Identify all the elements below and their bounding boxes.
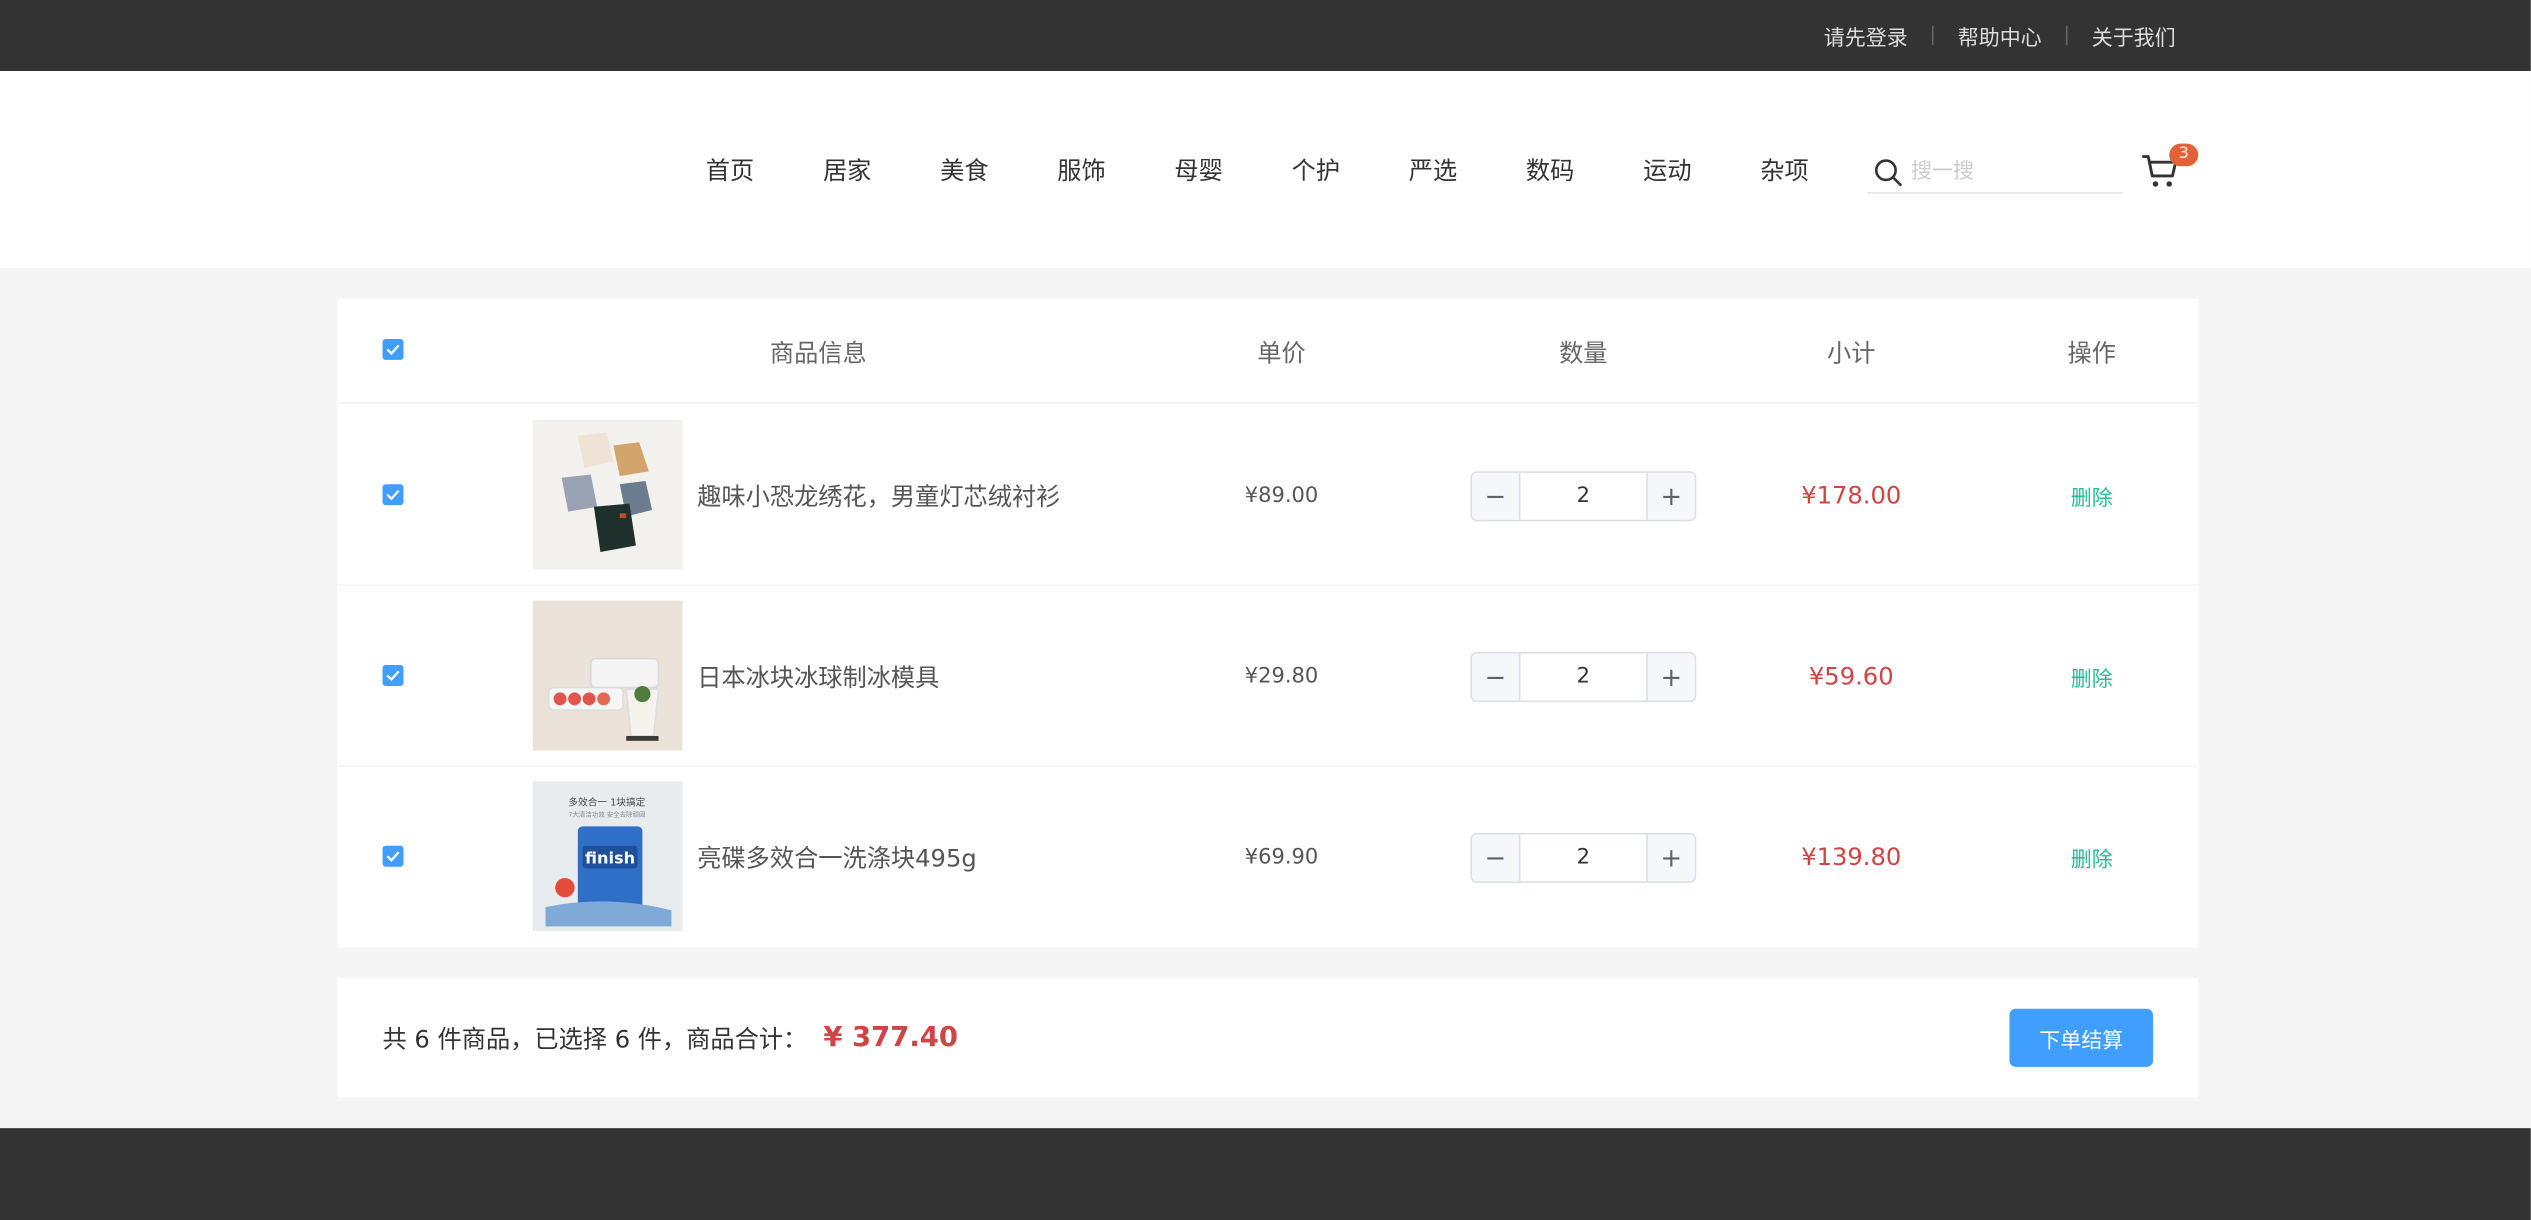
summary-text: 共 6 件商品，已选择 6 件，商品合计： <box>382 1024 808 1054</box>
nav-item-home-living[interactable]: 居家 <box>789 153 906 187</box>
summary-line: 共 6 件商品，已选择 6 件，商品合计： ¥ 377.40 <box>383 978 958 1097</box>
help-center-link[interactable]: 帮助中心 <box>1958 20 2042 51</box>
col-header-qty: 数量 <box>1559 338 1608 368</box>
top-links: 请先登录 帮助中心 关于我们 <box>1824 0 2176 71</box>
table-row: 趣味小恐龙绣花，男童灯芯绒衬衫 ¥89.00 − 2 + ¥178.00 删除 <box>337 405 2199 586</box>
thumb-brand: finish <box>585 848 635 867</box>
unit-price: ¥29.80 <box>1244 664 1319 689</box>
check-icon <box>386 344 400 356</box>
decrease-button[interactable]: − <box>1471 472 1521 520</box>
row-subtotal: ¥59.60 <box>1808 661 1894 691</box>
login-link[interactable]: 请先登录 <box>1824 20 1908 51</box>
nav-item-food[interactable]: 美食 <box>906 153 1023 187</box>
thumb-caption: 多效合一 1块搞定 <box>568 795 645 808</box>
nav-item-personal-care[interactable]: 个护 <box>1257 153 1374 187</box>
product-name[interactable]: 日本冰块冰球制冰模具 <box>697 586 939 767</box>
thumb-caption-small: 7大清洁功效 安全去除顽固 <box>568 810 645 819</box>
item-checkbox[interactable] <box>382 845 404 867</box>
main-nav: 首页 居家 美食 服饰 母婴 个护 严选 数码 运动 杂项 <box>671 71 1843 268</box>
cart-table: 商品信息 单价 数量 小计 操作 趣味小恐龙绣花，男童灯芯绒衬衫 ¥89.00 … <box>337 298 2199 948</box>
summary-total: ¥ 377.40 <box>823 1021 958 1054</box>
product-name[interactable]: 亮碟多效合一洗涤块495g <box>697 767 976 948</box>
row-subtotal: ¥139.80 <box>1801 842 1902 872</box>
table-row: 多效合一 1块搞定 7大清洁功效 安全去除顽固 finish 亮碟多效合一洗涤块… <box>337 767 2198 948</box>
row-subtotal: ¥178.00 <box>1801 480 1902 511</box>
cart-count-badge: 3 <box>2169 143 2199 167</box>
col-header-subtotal: 小计 <box>1827 338 1876 368</box>
nav-item-selection[interactable]: 严选 <box>1374 153 1491 187</box>
col-header-info: 商品信息 <box>769 338 867 368</box>
increase-button[interactable]: + <box>1646 834 1695 882</box>
search-input[interactable] <box>1910 159 2105 184</box>
divider <box>2065 25 2068 46</box>
quantity-input[interactable]: 2 <box>1520 834 1646 881</box>
decrease-button[interactable]: − <box>1471 834 1521 882</box>
unit-price: ¥89.00 <box>1244 483 1319 508</box>
divider <box>1931 25 1934 46</box>
item-checkbox[interactable] <box>382 664 404 686</box>
check-icon <box>386 489 400 501</box>
delete-link[interactable]: 删除 <box>2011 767 2172 948</box>
col-header-action: 操作 <box>2067 338 2116 368</box>
decrease-button[interactable]: − <box>1471 653 1521 701</box>
page: 请先登录 帮助中心 关于我们 首页 居家 美食 服饰 母婴 个护 严选 数码 运… <box>0 0 2531 1220</box>
quantity-stepper: − 2 + <box>1470 652 1697 703</box>
product-image[interactable] <box>532 600 683 751</box>
footer <box>0 1128 2531 1220</box>
quantity-stepper: − 2 + <box>1470 471 1697 522</box>
nav-item-sports[interactable]: 运动 <box>1609 153 1726 187</box>
increase-button[interactable]: + <box>1646 653 1695 701</box>
cart-summary: 共 6 件商品，已选择 6 件，商品合计： ¥ 377.40 下单结算 <box>337 978 2199 1098</box>
nav-item-misc[interactable]: 杂项 <box>1726 153 1843 187</box>
delete-link[interactable]: 删除 <box>2011 586 2172 767</box>
increase-button[interactable]: + <box>1646 472 1695 520</box>
table-header: 商品信息 单价 数量 小计 操作 <box>337 299 2199 404</box>
nav-item-home[interactable]: 首页 <box>671 153 788 187</box>
product-name[interactable]: 趣味小恐龙绣花，男童灯芯绒衬衫 <box>697 405 1060 586</box>
check-icon <box>386 851 400 862</box>
product-image[interactable] <box>532 419 683 570</box>
search-icon[interactable] <box>1874 157 1903 186</box>
delete-link[interactable]: 删除 <box>2011 405 2172 586</box>
quantity-input[interactable]: 2 <box>1520 654 1646 701</box>
top-bar: 请先登录 帮助中心 关于我们 <box>0 0 2531 72</box>
check-icon <box>386 670 400 682</box>
search-box <box>1867 152 2123 194</box>
select-all-checkbox[interactable] <box>382 338 404 360</box>
col-header-price: 单价 <box>1257 338 1306 368</box>
unit-price: ¥69.90 <box>1244 844 1319 870</box>
table-row: 日本冰块冰球制冰模具 ¥29.80 − 2 + ¥59.60 删除 <box>337 586 2199 767</box>
nav-item-digital[interactable]: 数码 <box>1492 153 1609 187</box>
quantity-input[interactable]: 2 <box>1520 473 1646 520</box>
product-image[interactable]: 多效合一 1块搞定 7大清洁功效 安全去除顽固 finish <box>532 781 683 932</box>
item-checkbox[interactable] <box>382 484 404 506</box>
checkout-button[interactable]: 下单结算 <box>2009 1008 2154 1067</box>
nav-item-apparel[interactable]: 服饰 <box>1023 153 1140 187</box>
nav-item-baby[interactable]: 母婴 <box>1140 153 1257 187</box>
quantity-stepper: − 2 + <box>1470 832 1697 883</box>
about-us-link[interactable]: 关于我们 <box>2092 20 2176 51</box>
